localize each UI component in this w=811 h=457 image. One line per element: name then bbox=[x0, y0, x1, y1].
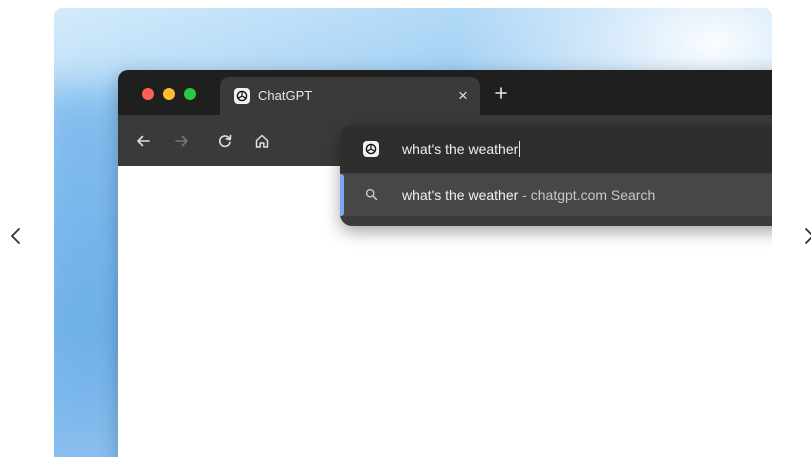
tab-bar: ChatGPT × bbox=[118, 70, 772, 115]
forward-button[interactable] bbox=[172, 131, 192, 151]
home-icon bbox=[255, 134, 269, 148]
close-icon: × bbox=[458, 86, 468, 105]
suggestion-query: what's the weather bbox=[402, 187, 519, 203]
reload-icon bbox=[218, 134, 232, 148]
chevron-left-icon bbox=[11, 228, 20, 244]
carousel-page: ChatGPT × what's the weather what's the … bbox=[0, 0, 811, 457]
new-tab-button[interactable] bbox=[492, 84, 510, 102]
tab-close-button[interactable]: × bbox=[456, 87, 470, 105]
back-button[interactable] bbox=[133, 131, 153, 151]
address-bar-dropdown: what's the weather what's the weather - … bbox=[340, 125, 772, 226]
search-icon bbox=[365, 188, 378, 201]
chatgpt-logo-icon bbox=[234, 88, 250, 104]
suggestion-separator: - bbox=[518, 187, 531, 203]
zoom-window-button[interactable] bbox=[184, 88, 196, 100]
arrow-right-icon bbox=[175, 135, 188, 147]
address-bar[interactable]: what's the weather bbox=[340, 125, 772, 173]
selection-indicator bbox=[340, 174, 344, 216]
tab-chatgpt[interactable]: ChatGPT × bbox=[220, 77, 480, 115]
home-button[interactable] bbox=[252, 131, 272, 151]
carousel-next-button[interactable] bbox=[797, 222, 811, 250]
chatgpt-logo-icon bbox=[363, 141, 379, 157]
reload-button[interactable] bbox=[215, 131, 235, 151]
search-suggestion[interactable]: what's the weather - chatgpt.com Search bbox=[340, 174, 772, 216]
carousel-prev-button[interactable] bbox=[4, 222, 28, 250]
arrow-left-icon bbox=[137, 135, 150, 147]
tab-title: ChatGPT bbox=[258, 88, 313, 103]
address-bar-input[interactable]: what's the weather bbox=[402, 140, 521, 158]
address-bar-value: what's the weather bbox=[402, 141, 519, 157]
text-caret bbox=[519, 141, 521, 157]
minimize-window-button[interactable] bbox=[163, 88, 175, 100]
carousel-slide: ChatGPT × what's the weather what's the … bbox=[54, 8, 772, 457]
plus-icon bbox=[495, 87, 507, 99]
close-window-button[interactable] bbox=[142, 88, 154, 100]
chevron-right-icon bbox=[805, 228, 811, 244]
suggestion-label: what's the weather - chatgpt.com Search bbox=[402, 186, 655, 204]
suggestion-source: chatgpt.com Search bbox=[530, 187, 656, 203]
